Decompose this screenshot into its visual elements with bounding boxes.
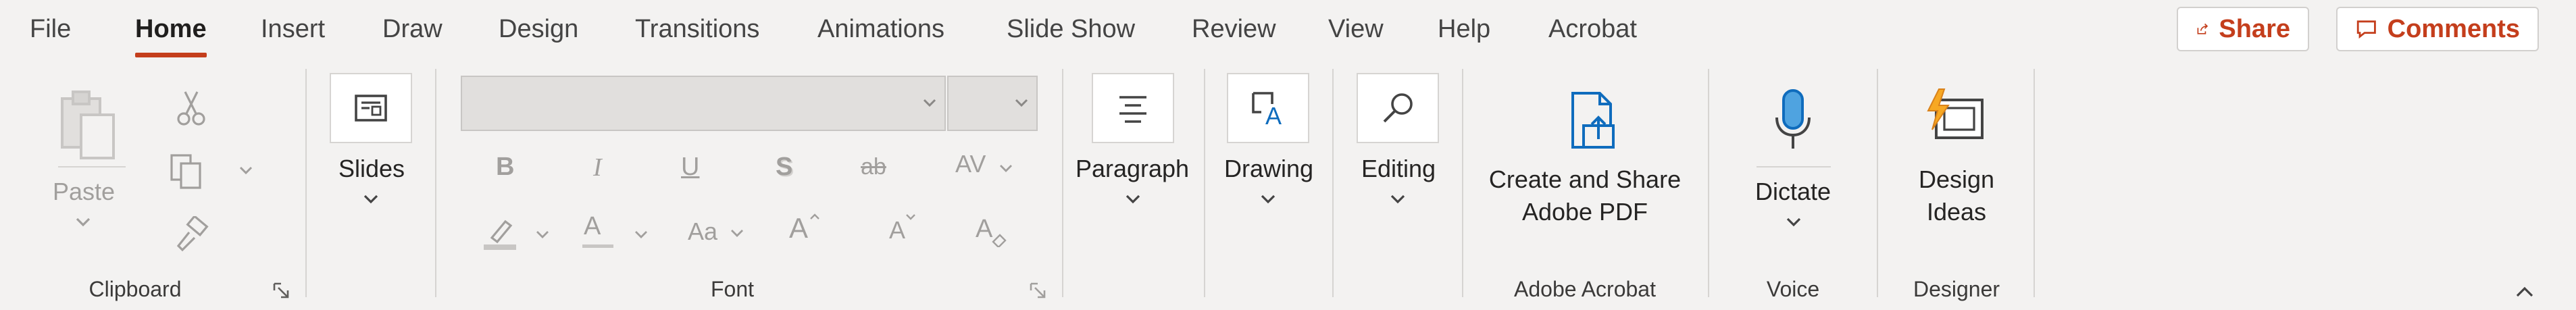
tab-file[interactable]: File xyxy=(30,15,71,44)
tab-design[interactable]: Design xyxy=(499,15,578,44)
font-name-combo[interactable] xyxy=(461,76,946,131)
slides-label: Slides xyxy=(338,155,405,182)
share-label: Share xyxy=(2219,14,2290,43)
create-share-pdf-line1[interactable]: Create and Share xyxy=(1489,163,1681,196)
tab-draw[interactable]: Draw xyxy=(382,15,443,44)
comments-label: Comments xyxy=(2387,14,2520,43)
group-separator xyxy=(1204,69,1205,297)
chevron-down-icon xyxy=(1015,99,1028,107)
chevron-down-icon xyxy=(76,217,91,227)
ribbon-tab-bar: File Home Insert Draw Design Transitions… xyxy=(0,0,2576,62)
chevron-down-icon xyxy=(1261,195,1276,204)
align-center-icon xyxy=(1119,96,1146,123)
tab-slide-show[interactable]: Slide Show xyxy=(1007,15,1135,44)
create-pdf-icon[interactable] xyxy=(1565,91,1621,151)
chevron-down-icon[interactable] xyxy=(730,228,744,238)
collapse-ribbon-icon[interactable] xyxy=(2515,285,2535,299)
bold-button[interactable]: B xyxy=(496,153,514,182)
font-color-swatch xyxy=(582,244,613,248)
format-painter-icon[interactable] xyxy=(173,216,209,253)
drawing-label: Drawing xyxy=(1223,155,1314,182)
font-group-label: Font xyxy=(710,277,755,301)
tab-view[interactable]: View xyxy=(1328,15,1384,44)
font-size-combo[interactable] xyxy=(947,76,1038,131)
chevron-down-icon xyxy=(1126,195,1140,204)
shapes-icon: A xyxy=(1252,92,1282,127)
eraser-icon xyxy=(992,234,1007,247)
paragraph-button[interactable] xyxy=(1092,73,1174,143)
tab-animations[interactable]: Animations xyxy=(817,15,944,44)
underline-button[interactable]: U xyxy=(681,153,699,182)
editing-button[interactable] xyxy=(1357,73,1439,143)
designer-group-label: Designer xyxy=(1913,277,2000,301)
group-separator xyxy=(1062,69,1063,297)
cut-icon[interactable] xyxy=(174,89,208,127)
copy-icon[interactable] xyxy=(168,153,205,190)
chevron-down-icon[interactable] xyxy=(238,165,254,176)
chevron-down-icon xyxy=(363,195,378,204)
slide-layout-icon xyxy=(355,95,387,122)
shrink-font-button[interactable]: A xyxy=(889,216,905,244)
tab-review[interactable]: Review xyxy=(1192,15,1276,44)
group-separator xyxy=(1332,69,1334,297)
character-spacing-button[interactable]: AV xyxy=(955,150,986,178)
share-button[interactable]: Share xyxy=(2177,7,2309,51)
editing-label: Editing xyxy=(1361,155,1436,182)
paste-label: Paste xyxy=(52,178,116,205)
paste-button[interactable] xyxy=(57,88,119,162)
group-separator xyxy=(1708,69,1709,297)
new-slide-button[interactable] xyxy=(330,73,412,143)
design-ideas-line1[interactable]: Design xyxy=(1919,163,1994,196)
chevron-down-icon[interactable] xyxy=(535,230,550,239)
microphone-icon[interactable] xyxy=(1773,88,1813,153)
chevron-down-icon[interactable] xyxy=(634,230,649,239)
group-separator xyxy=(1877,69,1878,297)
highlighter-icon[interactable] xyxy=(481,213,519,251)
tab-insert[interactable]: Insert xyxy=(261,15,325,44)
caret-down-icon xyxy=(906,214,915,220)
change-case-button[interactable]: Aa xyxy=(688,217,717,246)
chevron-down-icon[interactable] xyxy=(1785,216,1802,228)
chevron-down-icon[interactable] xyxy=(999,163,1013,173)
tab-transitions[interactable]: Transitions xyxy=(635,15,759,44)
tab-home[interactable]: Home xyxy=(135,15,207,57)
dictate-divider xyxy=(1757,166,1831,167)
tab-acrobat[interactable]: Acrobat xyxy=(1548,15,1637,44)
dialog-launcher-icon[interactable] xyxy=(1030,282,1047,300)
caret-up-icon xyxy=(810,213,819,219)
chevron-down-icon xyxy=(1390,195,1405,204)
italic-button[interactable]: I xyxy=(593,153,602,182)
design-ideas-icon[interactable] xyxy=(1923,86,1988,143)
active-tab-indicator xyxy=(135,53,207,57)
group-separator xyxy=(1462,69,1463,297)
voice-group-label: Voice xyxy=(1766,277,1820,301)
paste-divider xyxy=(58,166,126,167)
paste-icon xyxy=(61,91,115,159)
share-icon xyxy=(2197,23,2208,34)
paragraph-label: Paragraph xyxy=(1075,155,1190,182)
dialog-launcher-icon[interactable] xyxy=(273,282,291,300)
grow-font-button[interactable]: A xyxy=(789,212,808,244)
dictate-label[interactable]: Dictate xyxy=(1755,176,1831,208)
group-separator xyxy=(305,69,307,297)
comments-button[interactable]: Comments xyxy=(2336,7,2539,51)
tab-home-label: Home xyxy=(135,15,207,43)
font-color-button[interactable]: A xyxy=(584,212,601,241)
clipboard-group-label: Clipboard xyxy=(89,277,182,301)
create-share-pdf-line2[interactable]: Adobe PDF xyxy=(1522,196,1648,228)
chevron-down-icon xyxy=(923,99,936,107)
adobe-acrobat-group-label: Adobe Acrobat xyxy=(1514,277,1656,301)
search-icon xyxy=(1383,93,1413,123)
svg-text:A: A xyxy=(1265,102,1282,127)
ribbon-home: Paste Clipboard Slides B I U S ab AV A A… xyxy=(0,62,2576,310)
group-separator xyxy=(435,69,436,297)
tab-help[interactable]: Help xyxy=(1438,15,1490,44)
strikethrough-button[interactable]: ab xyxy=(861,154,886,180)
group-separator xyxy=(2034,69,2035,297)
drawing-button[interactable]: A xyxy=(1227,73,1309,143)
text-shadow-button[interactable]: S xyxy=(776,153,792,182)
design-ideas-line2[interactable]: Ideas xyxy=(1927,196,1986,228)
comment-icon xyxy=(2356,20,2376,39)
